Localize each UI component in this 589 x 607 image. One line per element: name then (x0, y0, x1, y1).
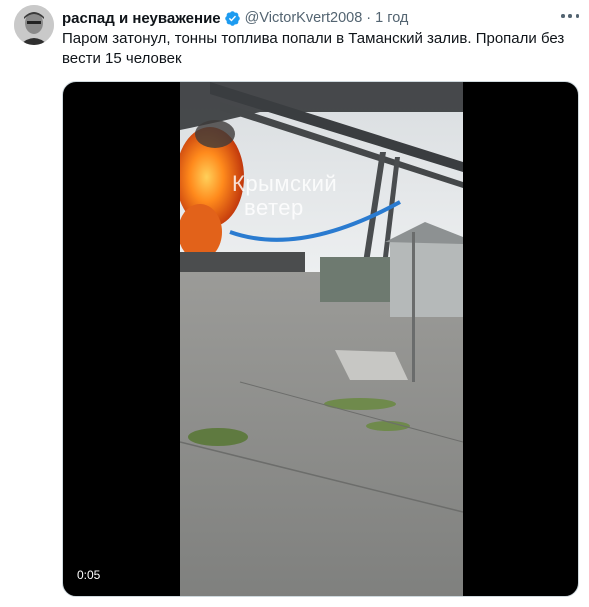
separator-dot: · (366, 10, 372, 26)
video-frame: Крымский ветер (180, 82, 463, 596)
watermark-line2: ветер (244, 195, 304, 220)
verified-badge-icon (224, 10, 240, 26)
user-handle[interactable]: @VictorKvert2008 (245, 10, 363, 26)
tweet[interactable]: распад и неуважение @VictorKvert2008 · 1… (0, 0, 589, 607)
avatar[interactable] (14, 5, 54, 45)
video-player[interactable]: Крымский ветер 0:05 (62, 81, 579, 597)
video-timestamp: 0:05 (77, 568, 101, 582)
tweet-text: Паром затонул, тонны топлива попали в Та… (62, 30, 565, 67)
tweet-time[interactable]: 1 год (375, 10, 408, 26)
video-watermark: Крымский ветер (232, 172, 412, 220)
tweet-header: распад и неуважение @VictorKvert2008 · 1… (62, 8, 408, 28)
display-name[interactable]: распад и неуважение (62, 10, 221, 27)
watermark-line1: Крымский (232, 171, 338, 196)
more-options-icon[interactable] (561, 9, 579, 23)
